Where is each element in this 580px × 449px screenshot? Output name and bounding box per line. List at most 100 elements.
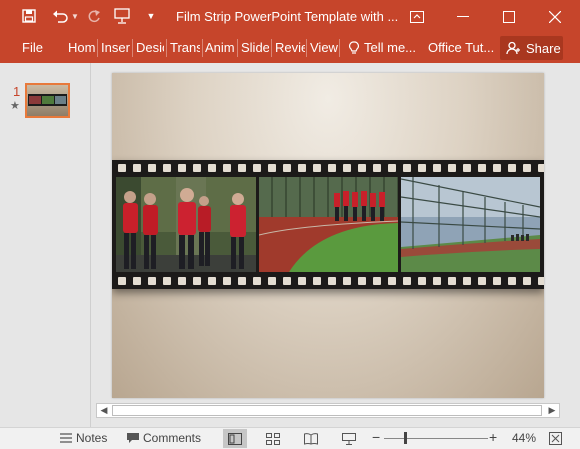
- maximize-icon[interactable]: [486, 0, 532, 33]
- sprocket-hole: [178, 164, 186, 172]
- slide-thumbnail[interactable]: [25, 83, 70, 118]
- sprocket-hole: [493, 277, 501, 285]
- tab-design[interactable]: Desic: [136, 40, 164, 55]
- zoom-slider[interactable]: [384, 432, 488, 444]
- sprocket-hole: [328, 164, 336, 172]
- customize-quick-access-icon[interactable]: ▼: [145, 5, 157, 27]
- tell-me-search[interactable]: Tell me...: [349, 40, 416, 55]
- tab-separator: [132, 39, 133, 57]
- sprocket-hole: [418, 164, 426, 172]
- sprocket-hole: [373, 164, 381, 172]
- powerpoint-window: ▼ ▼ Film Strip PowerPoint Template with …: [0, 0, 580, 449]
- tab-separator: [271, 39, 272, 57]
- title-bar: ▼ ▼ Film Strip PowerPoint Template with …: [0, 0, 580, 33]
- ribbon-tabs: File Hom Inser Desic Trans Anim Slide Re…: [0, 33, 580, 63]
- redo-icon[interactable]: [84, 5, 104, 27]
- sprocket-hole: [388, 164, 396, 172]
- sprocket-hole: [358, 277, 366, 285]
- film-frame-3: [401, 177, 540, 272]
- slide-editing-area: ◀ ▶: [92, 63, 580, 427]
- sprocket-hole: [208, 164, 216, 172]
- sprocket-hole: [538, 277, 544, 285]
- sprocket-hole: [118, 277, 126, 285]
- tell-me-label: Tell me...: [364, 40, 417, 55]
- zoom-level[interactable]: 44%: [512, 431, 536, 445]
- zoom-slider-thumb[interactable]: [404, 432, 407, 444]
- tab-insert[interactable]: Inser: [101, 40, 130, 55]
- tab-animations[interactable]: Anim: [205, 40, 235, 55]
- sprocket-hole: [133, 277, 141, 285]
- tab-file[interactable]: File: [22, 40, 43, 55]
- sprocket-hole: [538, 164, 544, 172]
- sprocket-hole: [418, 277, 426, 285]
- sprocket-hole: [208, 277, 216, 285]
- tab-office-tutorials[interactable]: Office Tut...: [428, 40, 494, 55]
- fit-slide-to-window-button[interactable]: [543, 429, 567, 448]
- sprocket-hole: [358, 164, 366, 172]
- tab-separator: [306, 39, 307, 57]
- scroll-left-icon[interactable]: ◀: [97, 404, 111, 417]
- sprocket-hole: [343, 277, 351, 285]
- save-icon[interactable]: [18, 5, 40, 27]
- sprocket-hole: [163, 277, 171, 285]
- lightbulb-icon: [349, 40, 359, 54]
- person-icon: [506, 41, 520, 55]
- sprocket-hole: [148, 277, 156, 285]
- sprocket-hole: [403, 277, 411, 285]
- notes-button[interactable]: Notes: [60, 431, 107, 445]
- scrollbar-thumb[interactable]: [112, 405, 542, 416]
- sprocket-hole: [223, 277, 231, 285]
- sprocket-holes-top: [112, 164, 544, 172]
- sprocket-hole: [223, 164, 231, 172]
- slide-show-view-button[interactable]: [337, 429, 361, 448]
- slide-sorter-icon: [266, 432, 280, 445]
- sprocket-hole: [268, 277, 276, 285]
- tab-view[interactable]: View: [310, 40, 338, 55]
- ribbon-display-options-icon[interactable]: [394, 0, 440, 33]
- sprocket-hole: [388, 277, 396, 285]
- sprocket-hole: [508, 277, 516, 285]
- sprocket-hole: [163, 164, 171, 172]
- sprocket-hole: [283, 164, 291, 172]
- film-strip: [112, 160, 544, 289]
- sprocket-hole: [298, 164, 306, 172]
- sprocket-hole: [268, 164, 276, 172]
- close-icon[interactable]: [532, 0, 578, 33]
- comments-button[interactable]: Comments: [127, 431, 201, 445]
- undo-dropdown-icon[interactable]: ▼: [70, 5, 80, 27]
- comments-label: Comments: [143, 431, 202, 445]
- sprocket-hole: [193, 164, 201, 172]
- share-button[interactable]: Share: [500, 36, 563, 60]
- comment-icon: [127, 432, 139, 443]
- share-label: Share: [526, 40, 561, 56]
- tab-review[interactable]: Revie: [275, 40, 305, 55]
- sprocket-hole: [433, 164, 441, 172]
- zoom-in-button[interactable]: +: [489, 429, 497, 445]
- sprocket-hole: [178, 277, 186, 285]
- notes-label: Notes: [76, 431, 108, 445]
- zoom-out-button[interactable]: −: [372, 429, 380, 445]
- sprocket-hole: [463, 164, 471, 172]
- slide-canvas[interactable]: [112, 73, 544, 398]
- sprocket-hole: [448, 277, 456, 285]
- sprocket-hole: [148, 164, 156, 172]
- tab-transitions[interactable]: Trans: [170, 40, 200, 55]
- horizontal-scrollbar[interactable]: ◀ ▶: [96, 403, 560, 418]
- reading-view-button[interactable]: [299, 429, 323, 448]
- slide-sorter-view-button[interactable]: [261, 429, 285, 448]
- sprocket-hole: [283, 277, 291, 285]
- fit-to-window-icon: [548, 432, 562, 445]
- scroll-right-icon[interactable]: ▶: [545, 404, 559, 417]
- minimize-icon[interactable]: [440, 0, 486, 33]
- status-bar: Notes Comments − + 44%: [0, 427, 580, 449]
- sprocket-hole: [403, 164, 411, 172]
- normal-view-button[interactable]: [223, 429, 247, 448]
- tab-home[interactable]: Hom: [68, 40, 96, 55]
- sprocket-hole: [373, 277, 381, 285]
- tab-slide-show[interactable]: Slide: [241, 40, 269, 55]
- undo-icon[interactable]: [50, 5, 70, 27]
- thumbnail-filmstrip: [28, 94, 67, 106]
- sprocket-hole: [298, 277, 306, 285]
- sprocket-hole: [118, 164, 126, 172]
- start-from-beginning-icon[interactable]: [112, 5, 134, 27]
